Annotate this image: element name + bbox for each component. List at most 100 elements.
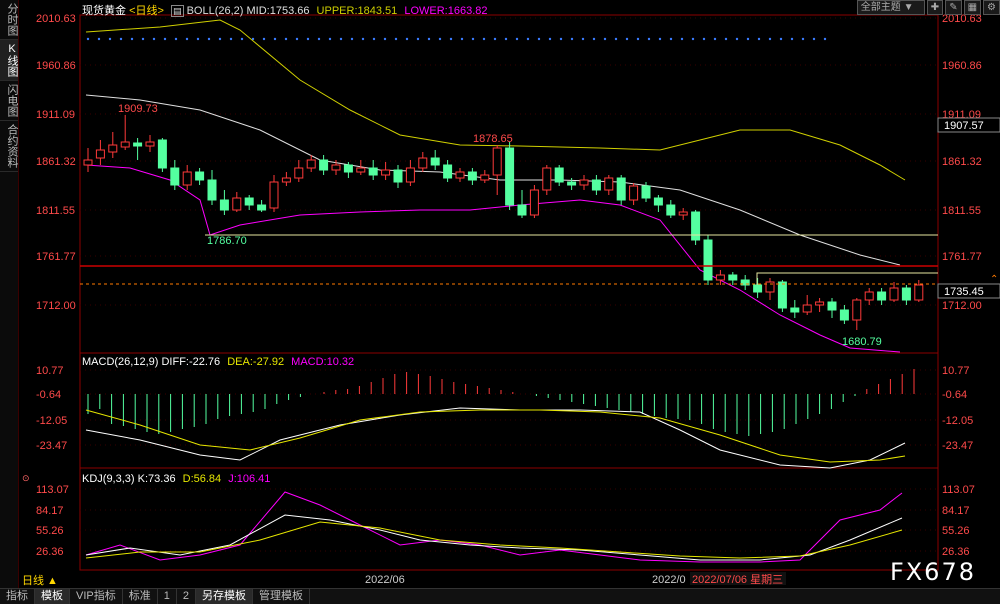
- kdj-tick-label-left: 84.17: [36, 505, 64, 517]
- macd-value: MACD:10.32: [291, 356, 355, 368]
- tab-standard[interactable]: 标准: [123, 589, 158, 604]
- tab-1[interactable]: 1: [158, 589, 177, 604]
- macd-tick-label-left: -23.47: [36, 440, 67, 452]
- marker-dot: [658, 37, 662, 41]
- marker-dot: [570, 37, 574, 41]
- current-price-value: 1735.45: [944, 286, 984, 298]
- tab-contract-info[interactable]: 合约资料: [0, 121, 18, 172]
- tab-template[interactable]: 模板: [35, 589, 70, 604]
- high1-label: 1909.73: [118, 103, 158, 115]
- marker-dot: [559, 37, 563, 41]
- kdj-tick-label-right: 84.17: [942, 505, 970, 517]
- cursor-date: 2022/07/06 星期三: [692, 573, 783, 586]
- kdj-header: KDJ(9,3,3) K:73.36 D:56.84 J:106.41: [82, 473, 270, 485]
- marker-dot: [405, 37, 409, 41]
- tab-vip-indicator[interactable]: VIP指标: [70, 589, 123, 604]
- marker-dot: [625, 37, 629, 41]
- candle-body: [170, 167, 180, 186]
- marker-dot: [295, 37, 299, 41]
- crosshair-icon[interactable]: ✚: [926, 0, 944, 15]
- marker-dot: [768, 37, 772, 41]
- marker-dot: [779, 37, 783, 41]
- watermark-logo: FX678: [889, 558, 976, 586]
- price-tick-label-left: 1911.09: [36, 109, 75, 121]
- candle-body: [133, 142, 143, 147]
- marker-dot: [460, 37, 464, 41]
- candle-body: [864, 291, 874, 301]
- candle-body: [790, 307, 800, 313]
- candle-body: [145, 141, 155, 147]
- tab-time-chart[interactable]: 分时图: [0, 0, 18, 40]
- marker-dot: [108, 37, 112, 41]
- x-axis-label-1: 2022/06: [365, 574, 405, 586]
- marker-dot: [702, 37, 706, 41]
- macd-dea-line: [85, 409, 906, 463]
- draw-tool-icon[interactable]: ✎: [945, 0, 962, 15]
- marker-dot: [130, 37, 134, 41]
- candle-body: [257, 204, 267, 211]
- candle-body: [467, 171, 477, 181]
- candle-body: [368, 167, 378, 176]
- candle-body: [492, 147, 502, 176]
- candle-body: [393, 169, 403, 183]
- marker-dot: [691, 37, 695, 41]
- marker-dot: [614, 37, 618, 41]
- tab-kline-chart[interactable]: K线图: [0, 40, 18, 81]
- marker-dot: [218, 37, 222, 41]
- marker-dot: [592, 37, 596, 41]
- price-tick-label-left: 1960.86: [36, 60, 76, 72]
- tab-manage-template[interactable]: 管理模板: [253, 589, 310, 604]
- candle-body: [715, 274, 725, 281]
- macd-label: MACD(26,12,9): [82, 356, 159, 368]
- candle-body: [381, 169, 391, 176]
- candle-body: [579, 179, 589, 186]
- tab-2[interactable]: 2: [177, 589, 196, 604]
- macd-tick-label-left: -0.64: [36, 389, 61, 401]
- candle-body: [641, 185, 651, 199]
- macd-tick-label-left: -12.05: [36, 415, 67, 427]
- candle-body: [294, 167, 304, 179]
- candle-body: [120, 141, 130, 148]
- indicator-icon[interactable]: ▤: [170, 5, 184, 17]
- boll-label: BOLL(26,2): [186, 5, 244, 17]
- high2-label: 1878.65: [473, 133, 513, 145]
- candle-body: [356, 167, 366, 173]
- layout-icon[interactable]: ▦: [963, 0, 982, 15]
- price-chart[interactable]: 1909.73 1878.65 1786.70 1680.79 2010.63 1…: [0, 0, 1000, 588]
- candle-body: [418, 157, 428, 169]
- bottom-tab-bar: 指标 模板 VIP指标 标准 1 2 另存模板 管理模板: [0, 588, 1000, 604]
- candle-body: [269, 181, 279, 209]
- marker-dot: [526, 37, 530, 41]
- kdj-settings-icon[interactable]: ⊙: [22, 473, 30, 484]
- price-tick-label-right: 1960.86: [942, 60, 982, 72]
- candle-body: [443, 164, 453, 179]
- macd-header: MACD(26,12,9) DIFF:-22.76 DEA:-27.92 MAC…: [82, 356, 354, 368]
- marker-dot: [207, 37, 211, 41]
- marker-dot: [416, 37, 420, 41]
- theme-select[interactable]: 全部主题 ▼: [856, 0, 925, 15]
- marker-dot: [823, 37, 827, 41]
- marker-dot: [339, 37, 343, 41]
- candle-body: [653, 197, 663, 206]
- marker-dot: [427, 37, 431, 41]
- settings-icon[interactable]: ⚙: [983, 0, 1000, 15]
- marker-dot: [240, 37, 244, 41]
- marker-dot: [757, 37, 761, 41]
- candle-body: [108, 144, 118, 153]
- boll-upper: UPPER:1843.51: [316, 5, 398, 17]
- tab-indicator[interactable]: 指标: [0, 589, 35, 604]
- marker-dot: [185, 37, 189, 41]
- period-tag: <日线>: [129, 5, 164, 17]
- kdj-tick-label-right: 55.26: [942, 525, 970, 537]
- tab-save-template[interactable]: 另存模板: [195, 589, 253, 604]
- theme-select-value: 全部主题: [860, 2, 901, 13]
- boll-mid: MID:1753.66: [246, 5, 310, 17]
- marker-dot: [669, 37, 673, 41]
- tab-flash-chart[interactable]: 闪电图: [0, 81, 18, 121]
- low1-label: 1786.70: [207, 235, 247, 247]
- kdj-k: K:73.36: [137, 473, 176, 485]
- marker-dot: [306, 37, 310, 41]
- macd-tick-label-right: -23.47: [942, 440, 973, 452]
- price-tick-label-left: 1712.00: [36, 300, 76, 312]
- period-button[interactable]: 日线 ▲: [22, 572, 58, 588]
